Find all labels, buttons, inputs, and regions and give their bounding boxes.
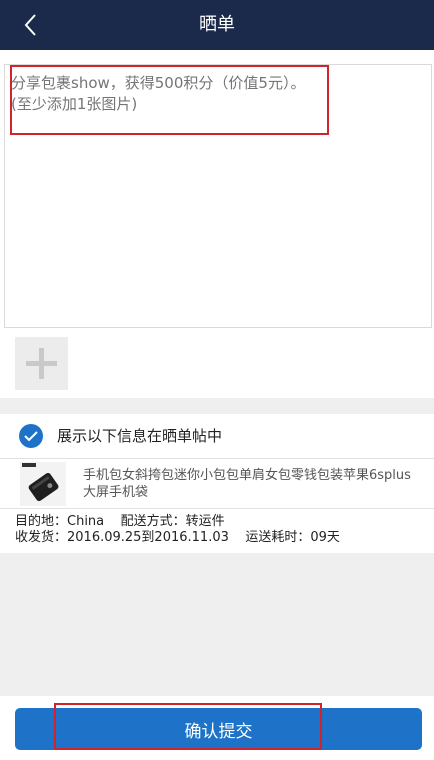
- checkmark-icon[interactable]: [19, 424, 43, 448]
- shipping-dates: 收发货：2016.09.25到2016.11.03 运送耗时：09天: [15, 530, 340, 545]
- navbar: 晒单: [0, 0, 434, 50]
- plus-icon-vertical: [39, 348, 44, 379]
- page-title: 晒单: [199, 14, 235, 35]
- submit-button[interactable]: 确认提交: [15, 708, 422, 750]
- divider: [0, 458, 434, 459]
- add-photo-button[interactable]: [15, 337, 68, 390]
- product-title: 手机包女斜挎包迷你小包包单肩女包零钱包装苹果6splus大屏手机袋: [83, 468, 411, 500]
- empty-area: [0, 553, 434, 696]
- divider: [0, 508, 434, 509]
- section-separator: [0, 398, 434, 414]
- review-textarea[interactable]: [11, 73, 425, 321]
- shipping-destination: 目的地：China 配送方式：转运件: [15, 514, 225, 529]
- product-thumbnail: [20, 462, 66, 506]
- review-editor: [4, 64, 432, 328]
- show-info-label: 展示以下信息在晒单帖中: [57, 427, 223, 445]
